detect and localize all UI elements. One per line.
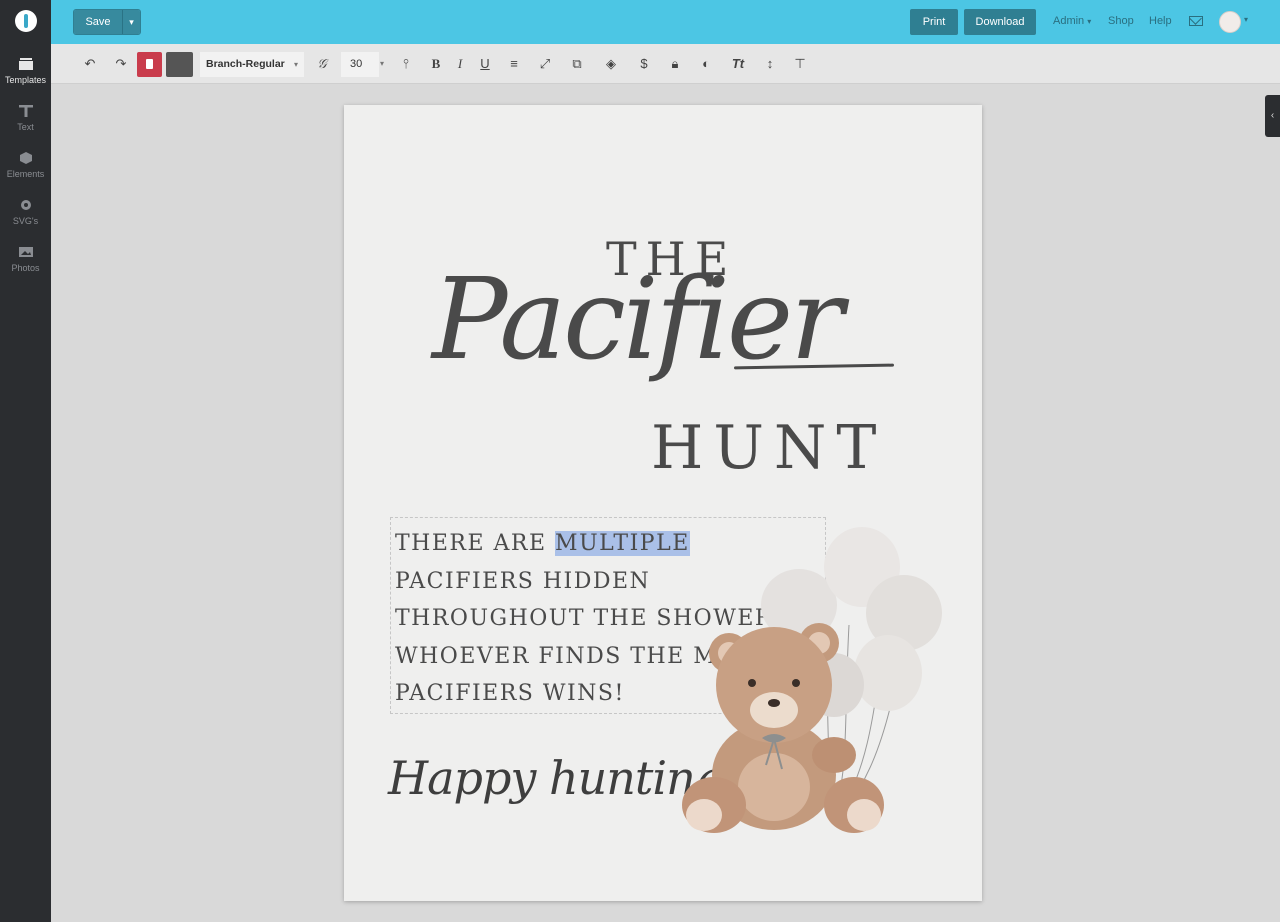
download-button[interactable]: Download bbox=[964, 9, 1036, 35]
mail-icon[interactable] bbox=[1189, 16, 1203, 26]
design-canvas-page[interactable]: THE Pacifier HUNT THERE ARE MULTIPLE PAC… bbox=[344, 105, 982, 901]
text-color-swatch[interactable] bbox=[166, 52, 193, 77]
avatar[interactable] bbox=[1219, 11, 1241, 33]
gear-icon bbox=[20, 200, 31, 210]
left-rail: Templates Text Elements SVG's Photos bbox=[0, 0, 51, 922]
save-button-group: Save ▾ bbox=[73, 9, 141, 35]
undo-icon[interactable]: ↶ bbox=[82, 57, 98, 71]
sidebar-item-elements[interactable]: Elements bbox=[0, 152, 51, 196]
title-hunt[interactable]: HUNT bbox=[651, 413, 886, 483]
text-transform-icon[interactable]: Tt bbox=[730, 57, 746, 71]
font-family-value: Branch-Regular bbox=[206, 58, 285, 70]
templates-icon bbox=[18, 58, 33, 70]
chevron-down-icon: ▾ bbox=[1087, 17, 1092, 26]
photos-icon bbox=[18, 247, 33, 257]
top-bar: Save ▾ Print Download Admin ▾ Shop Help … bbox=[51, 0, 1280, 44]
sidebar-item-label: Photos bbox=[11, 263, 40, 273]
font-family-select[interactable]: Branch-Regular ▾ bbox=[200, 52, 304, 77]
letter-spacing-icon[interactable]: ⫯ bbox=[398, 57, 414, 71]
elements-icon bbox=[19, 152, 32, 164]
redo-icon[interactable]: ↷ bbox=[113, 57, 129, 71]
duplicate-icon[interactable]: ⧉ bbox=[569, 57, 585, 71]
sidebar-item-label: Templates bbox=[4, 75, 47, 85]
sidebar-item-photos[interactable]: Photos bbox=[0, 246, 51, 290]
text-toolbar: ↶ ↷ Branch-Regular ▾ 𝒢 30 ▾ ⫯ B I U ≡ ⤢ … bbox=[51, 44, 1280, 84]
dollar-icon[interactable]: $ bbox=[636, 57, 652, 71]
shop-link[interactable]: Shop bbox=[1108, 15, 1134, 27]
teddy-bear-balloons-image[interactable] bbox=[674, 525, 954, 845]
sidebar-item-label: Text bbox=[17, 122, 34, 132]
italic-icon[interactable]: I bbox=[452, 57, 468, 71]
underline-icon[interactable]: U bbox=[477, 57, 493, 71]
line-height-icon[interactable]: ↕ bbox=[762, 57, 778, 71]
app-logo-icon[interactable] bbox=[15, 10, 37, 32]
chevron-down-icon: ▾ bbox=[293, 60, 298, 69]
admin-label: Admin bbox=[1053, 15, 1085, 27]
body-text-start: THERE ARE bbox=[395, 531, 556, 556]
sidebar-item-text[interactable]: Text bbox=[0, 105, 51, 149]
text-selection[interactable]: MULTIPLE bbox=[555, 531, 690, 556]
font-style-icon[interactable]: 𝒢 bbox=[314, 57, 330, 71]
text-icon bbox=[18, 105, 33, 117]
opacity-icon[interactable]: ◐ bbox=[698, 57, 714, 71]
lock-icon[interactable]: 🔒︎ bbox=[667, 57, 683, 71]
admin-menu[interactable]: Admin ▾ bbox=[1053, 15, 1091, 27]
sidebar-item-templates[interactable]: Templates bbox=[0, 58, 51, 102]
layers-icon[interactable]: ◈ bbox=[603, 57, 619, 71]
vertical-align-icon[interactable]: ⊤ bbox=[792, 57, 808, 71]
sidebar-item-label: Elements bbox=[6, 169, 45, 179]
print-button[interactable]: Print bbox=[910, 9, 958, 35]
chevron-down-icon[interactable]: ▾ bbox=[122, 10, 140, 34]
save-button[interactable]: Save bbox=[74, 10, 122, 34]
panel-toggle-handle[interactable]: ‹ bbox=[1265, 95, 1280, 137]
bold-icon[interactable]: B bbox=[428, 57, 444, 71]
sidebar-item-svgs[interactable]: SVG's bbox=[0, 199, 51, 243]
chevron-left-icon: ‹ bbox=[1270, 110, 1275, 121]
align-left-icon[interactable]: ≡ bbox=[506, 57, 522, 71]
delete-button[interactable] bbox=[137, 52, 162, 77]
sidebar-item-label: SVG's bbox=[12, 216, 39, 226]
chevron-down-icon[interactable]: ▾ bbox=[1244, 15, 1248, 24]
help-link[interactable]: Help bbox=[1149, 15, 1172, 27]
resize-icon[interactable]: ⤢ bbox=[537, 57, 553, 71]
chevron-down-icon[interactable]: ▾ bbox=[380, 59, 384, 68]
font-size-input[interactable]: 30 bbox=[341, 52, 379, 77]
